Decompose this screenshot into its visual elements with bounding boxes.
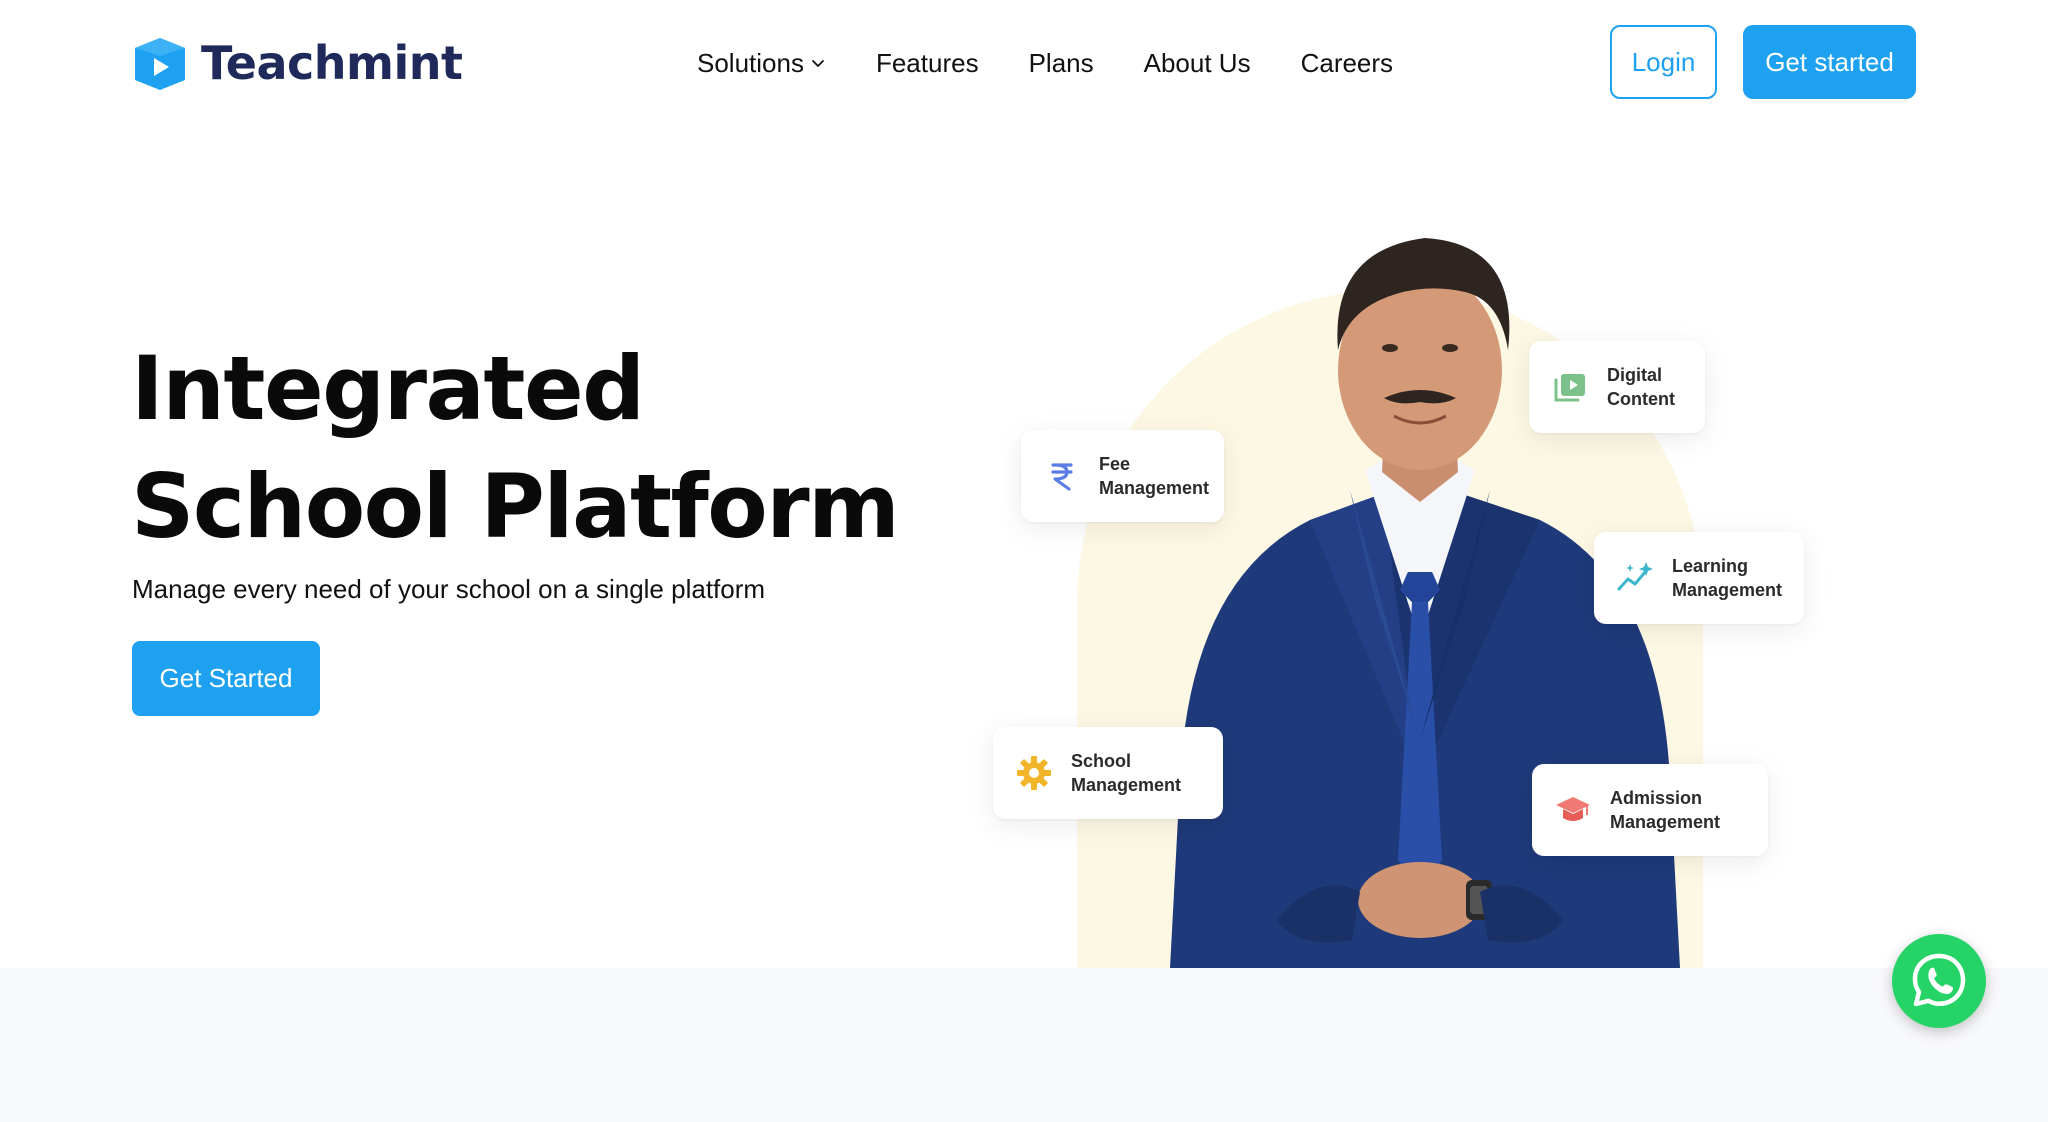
whatsapp-chat-button[interactable] [1892,934,1986,1028]
hero-subtitle: Manage every need of your school on a si… [132,574,766,604]
site-header: Teachmint Solutions Features Plans About… [0,0,2048,126]
feature-card-admission-management: Admission Management [1532,764,1768,856]
feature-card-learning-management: Learning Management [1594,532,1804,624]
nav-plans[interactable]: Plans [1029,48,1094,79]
hero-title: Integrated School Platform [131,330,900,566]
nav-about-us[interactable]: About Us [1144,48,1251,79]
hero-visual: Fee Management Digital Content Learning [980,220,1880,970]
feature-card-label: Digital Content [1607,365,1675,409]
whatsapp-icon [1912,953,1966,1007]
get-started-hero-button[interactable]: Get Started [132,641,320,716]
feature-card-label: Admission Management [1610,788,1721,832]
get-started-header-button[interactable]: Get started [1743,25,1916,99]
main-nav: Solutions Features Plans About Us Career… [697,40,1393,86]
feature-card-school-management: School Management [993,727,1223,819]
chevron-down-icon [812,60,824,67]
graduation-cap-icon [1554,791,1592,829]
feature-card-label: School Management [1071,751,1182,795]
nav-features[interactable]: Features [876,48,979,79]
nav-careers[interactable]: Careers [1301,48,1393,79]
feature-card-digital-content: Digital Content [1529,341,1705,433]
login-button[interactable]: Login [1610,25,1717,99]
teachmint-logo[interactable]: Teachmint [131,33,463,93]
nav-solutions-label: Solutions [697,47,804,78]
feature-card-label: Fee Management [1099,454,1210,498]
gear-icon [1015,754,1053,792]
next-section-background [0,968,2048,1122]
teachmint-logo-icon [135,38,185,90]
hero-title-line-1: Integrated [131,337,645,440]
feature-card-label: Learning Management [1672,556,1783,600]
feature-card-fee-management: Fee Management [1021,430,1224,522]
hero-title-line-2: School Platform [131,455,900,558]
sparkle-chart-icon [1616,559,1654,597]
logo-text: Teachmint [201,36,463,90]
video-library-icon [1551,368,1589,406]
rupee-icon [1043,457,1081,495]
nav-solutions[interactable]: Solutions [697,48,826,79]
